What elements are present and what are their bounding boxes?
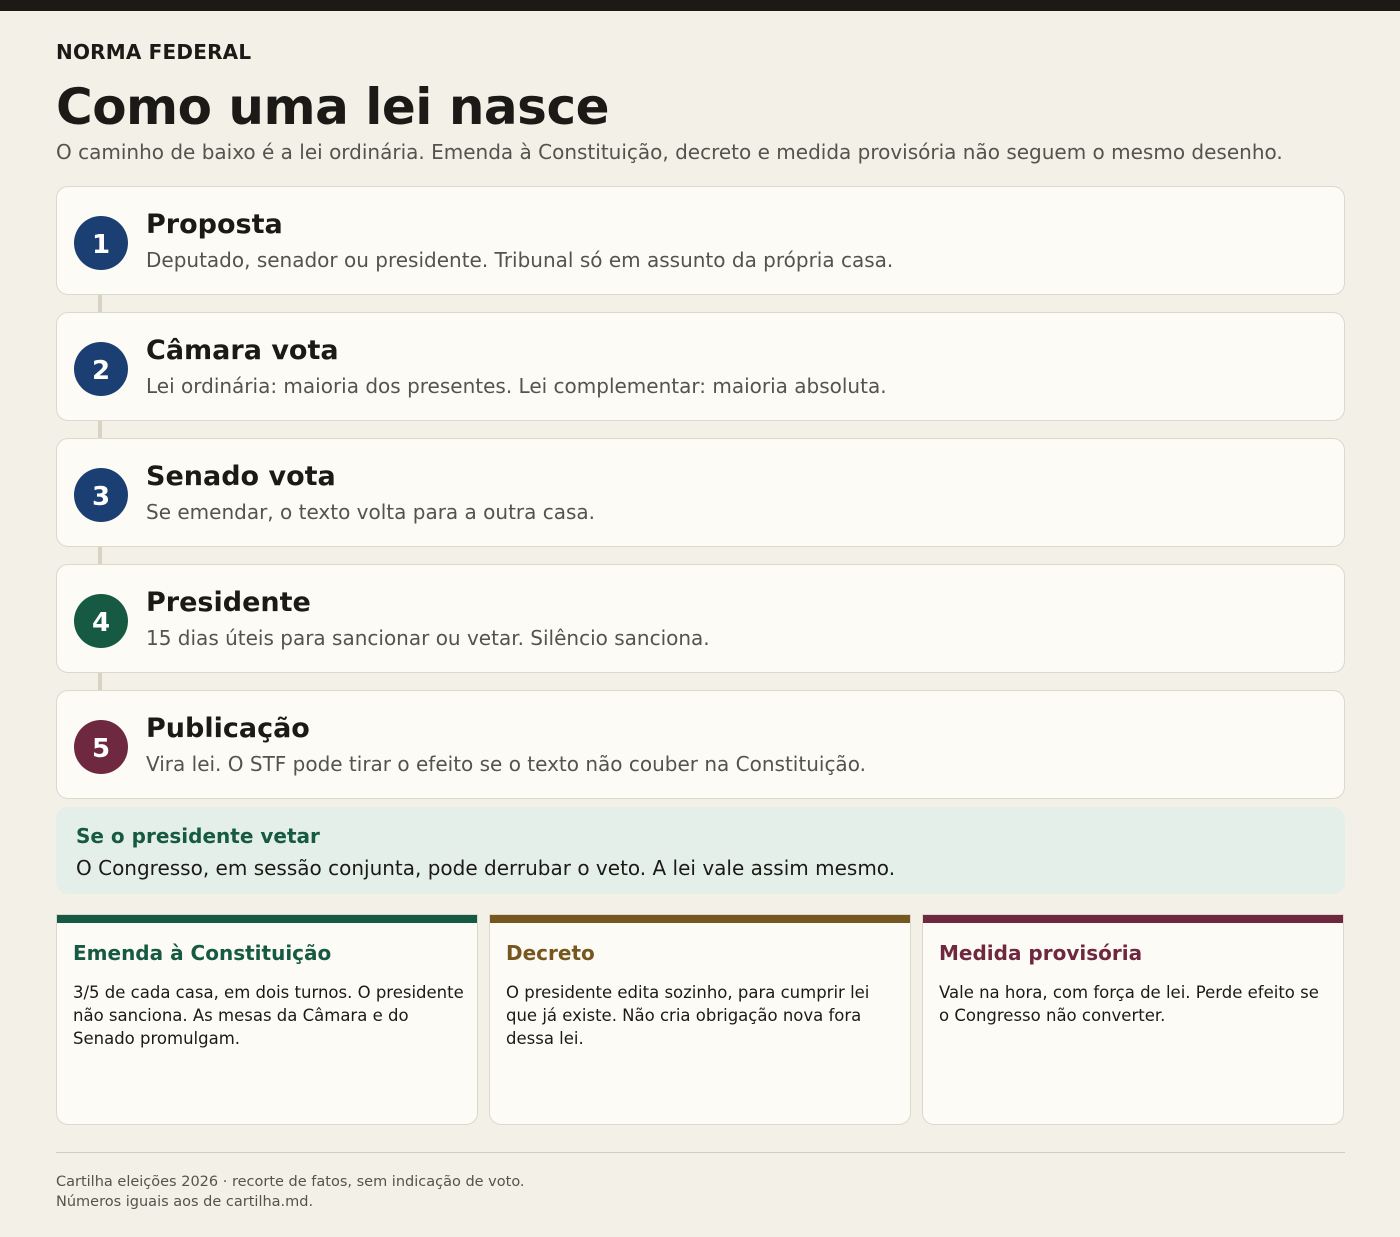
timeline-connector [98, 673, 102, 691]
step-card-5: 5 Publicação Vira lei. O STF pode tirar … [56, 690, 1345, 799]
step-number-badge: 1 [74, 216, 128, 270]
step-description: Vira lei. O STF pode tirar o efeito se o… [146, 752, 866, 776]
page-title: Como uma lei nasce [56, 78, 610, 136]
veto-callout: Se o presidente vetar O Congresso, em se… [56, 807, 1345, 894]
step-number-badge: 3 [74, 468, 128, 522]
step-title: Câmara vota [146, 335, 339, 366]
footer: Cartilha eleições 2026 · recorte de fato… [56, 1172, 525, 1212]
step-description: Deputado, senador ou presidente. Tribuna… [146, 248, 894, 272]
step-title: Publicação [146, 713, 310, 744]
timeline-connector [98, 295, 102, 313]
step-description: 15 dias úteis para sancionar ou vetar. S… [146, 626, 710, 650]
step-title: Presidente [146, 587, 311, 618]
footer-divider [56, 1152, 1345, 1153]
step-number-badge: 5 [74, 720, 128, 774]
step-title: Proposta [146, 209, 283, 240]
card-accent-bar [490, 915, 910, 923]
footer-line-2: Números iguais aos de cartilha.md. [56, 1194, 314, 1210]
step-number-badge: 2 [74, 342, 128, 396]
callout-text: O Congresso, em sessão conjunta, pode de… [76, 856, 896, 880]
top-bar [0, 0, 1400, 11]
card-medida-provisoria: Medida provisória Vale na hora, com forç… [922, 914, 1344, 1125]
step-card-1: 1 Proposta Deputado, senador ou presiden… [56, 186, 1345, 295]
card-accent-bar [57, 915, 477, 923]
card-text: Vale na hora, com força de lei. Perde ef… [939, 983, 1319, 1025]
step-number-badge: 4 [74, 594, 128, 648]
card-accent-bar [923, 915, 1343, 923]
card-title: Emenda à Constituição [73, 941, 332, 965]
footer-line-1: Cartilha eleições 2026 · recorte de fato… [56, 1174, 525, 1190]
step-description: Lei ordinária: maioria dos presentes. Le… [146, 374, 887, 398]
card-text: 3/5 de cada casa, em dois turnos. O pres… [73, 983, 464, 1048]
card-title: Decreto [506, 941, 595, 965]
card-emenda-constitucional: Emenda à Constituição 3/5 de cada casa, … [56, 914, 478, 1125]
card-text: O presidente edita sozinho, para cumprir… [506, 983, 870, 1048]
timeline-connector [98, 547, 102, 565]
callout-title: Se o presidente vetar [76, 824, 320, 848]
step-title: Senado vota [146, 461, 336, 492]
kicker: NORMA FEDERAL [56, 40, 252, 64]
step-card-3: 3 Senado vota Se emendar, o texto volta … [56, 438, 1345, 547]
step-description: Se emendar, o texto volta para a outra c… [146, 500, 596, 524]
card-title: Medida provisória [939, 941, 1143, 965]
step-card-4: 4 Presidente 15 dias úteis para sanciona… [56, 564, 1345, 673]
step-card-2: 2 Câmara vota Lei ordinária: maioria dos… [56, 312, 1345, 421]
page-subtitle: O caminho de baixo é a lei ordinária. Em… [56, 140, 1283, 164]
timeline-connector [98, 421, 102, 439]
card-decreto: Decreto O presidente edita sozinho, para… [489, 914, 911, 1125]
